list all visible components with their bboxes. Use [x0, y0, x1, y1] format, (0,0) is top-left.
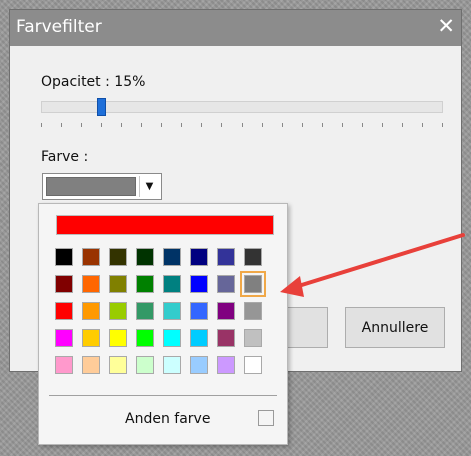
dialog-title: Farvefilter [16, 17, 102, 37]
slider-tick [181, 123, 183, 127]
color-grid [55, 248, 279, 374]
color-swatch[interactable] [163, 356, 181, 374]
slider-tick [281, 123, 283, 127]
color-swatch[interactable] [82, 302, 100, 320]
slider-tick [221, 123, 223, 127]
slider-tick [361, 123, 363, 127]
color-swatch[interactable] [136, 248, 154, 266]
color-swatch[interactable] [217, 248, 235, 266]
color-swatch[interactable] [244, 356, 262, 374]
color-swatch[interactable] [244, 329, 262, 347]
slider-tick [381, 123, 383, 127]
color-swatch[interactable] [109, 329, 127, 347]
color-palette-popup: Anden farve [38, 203, 288, 445]
close-icon[interactable]: ✕ [437, 14, 455, 38]
color-swatch[interactable] [163, 248, 181, 266]
color-swatch[interactable] [190, 329, 208, 347]
color-swatch[interactable] [217, 356, 235, 374]
cancel-button[interactable]: Annullere [345, 307, 445, 348]
color-swatch[interactable] [82, 248, 100, 266]
palette-separator [49, 395, 277, 396]
color-swatch[interactable] [190, 302, 208, 320]
color-swatch[interactable] [217, 329, 235, 347]
opacity-label: Opacitet : 15% [41, 74, 146, 90]
color-swatch[interactable] [244, 248, 262, 266]
slider-tick [301, 123, 303, 127]
title-bar: Farvefilter ✕ [10, 10, 461, 46]
color-swatch[interactable] [82, 329, 100, 347]
slider-tick [41, 123, 42, 127]
slider-ticks [41, 123, 443, 127]
slider-tick [201, 123, 203, 127]
slider-tick [101, 123, 103, 127]
chevron-down-icon[interactable]: ▼ [139, 176, 159, 197]
color-swatch[interactable] [190, 275, 208, 293]
slider-tick [81, 123, 83, 127]
color-dropdown[interactable]: ▼ [42, 173, 162, 200]
color-swatch[interactable] [163, 329, 181, 347]
color-swatch[interactable] [190, 356, 208, 374]
color-swatch[interactable] [136, 356, 154, 374]
color-swatch[interactable] [55, 356, 73, 374]
palette-top-color[interactable] [56, 215, 274, 235]
slider-tick [261, 123, 263, 127]
slider-tick [421, 123, 423, 127]
color-swatch[interactable] [136, 275, 154, 293]
color-swatch[interactable] [240, 271, 266, 297]
color-swatch[interactable] [55, 275, 73, 293]
color-swatch[interactable] [109, 356, 127, 374]
color-swatch[interactable] [55, 329, 73, 347]
color-swatch[interactable] [82, 275, 100, 293]
custom-color-label[interactable]: Anden farve [125, 411, 210, 427]
color-label: Farve : [41, 149, 89, 165]
color-swatch[interactable] [217, 275, 235, 293]
slider-tick [121, 123, 123, 127]
slider-tick [241, 123, 243, 127]
color-swatch[interactable] [109, 248, 127, 266]
slider-tick [321, 123, 323, 127]
slider-tick [161, 123, 163, 127]
opacity-slider-thumb[interactable] [96, 98, 106, 116]
color-swatch[interactable] [244, 302, 262, 320]
color-swatch[interactable] [136, 329, 154, 347]
color-swatch[interactable] [55, 248, 73, 266]
slider-tick [401, 123, 403, 127]
slider-tick [141, 123, 143, 127]
color-swatch[interactable] [217, 302, 235, 320]
color-swatch[interactable] [109, 275, 127, 293]
selected-color-swatch [46, 177, 136, 196]
custom-color-swatch[interactable] [258, 410, 274, 426]
slider-tick [442, 123, 443, 127]
slider-tick [341, 123, 343, 127]
color-swatch[interactable] [163, 302, 181, 320]
color-swatch[interactable] [163, 275, 181, 293]
slider-tick [61, 123, 63, 127]
color-swatch[interactable] [190, 248, 208, 266]
color-swatch[interactable] [55, 302, 73, 320]
color-swatch[interactable] [82, 356, 100, 374]
color-swatch[interactable] [109, 302, 127, 320]
color-swatch[interactable] [136, 302, 154, 320]
